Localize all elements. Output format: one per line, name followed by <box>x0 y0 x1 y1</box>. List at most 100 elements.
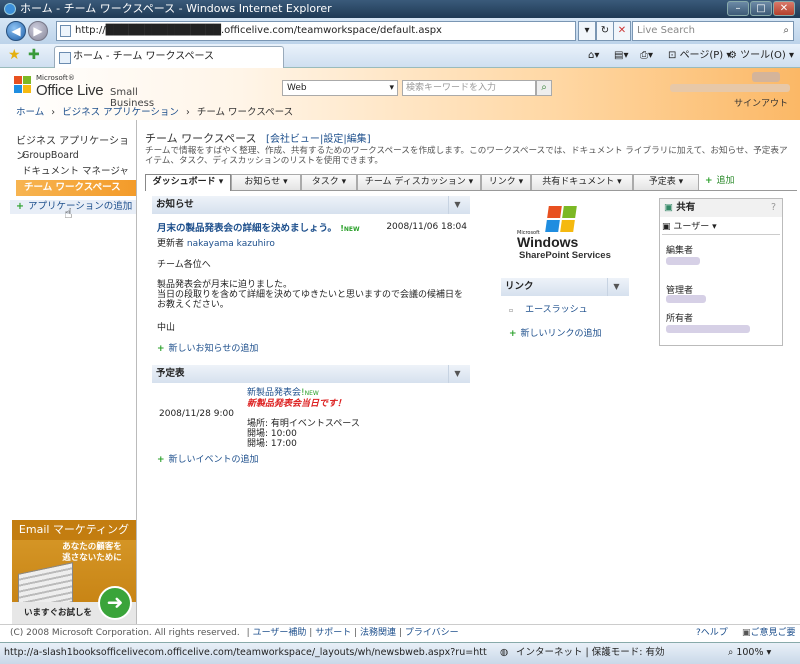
add-favorite-icon[interactable]: ✚ <box>28 47 40 63</box>
home-icon[interactable]: ⌂▾ <box>588 48 599 64</box>
address-toolbar: ◀ ▶ http://███████████████.officelive.co… <box>0 18 800 44</box>
links-menu-icon[interactable]: ▼ <box>607 278 625 296</box>
tab-shared-documents[interactable]: 共有ドキュメント ▾ <box>531 174 633 190</box>
users-dropdown[interactable]: ▣ ユーザー ▾ <box>662 219 780 235</box>
zoom-control[interactable]: ⌕ 100% ▾ <box>728 643 771 663</box>
manager-name-blurred <box>666 295 706 303</box>
account-name-blurred <box>670 84 790 92</box>
leftnav-item-document-manager[interactable]: ドキュメント マネージャ <box>10 164 136 180</box>
announcement-date: 2008/11/06 18:04 <box>386 222 467 232</box>
office-live-logo: Microsoft® Office Live Small Business <box>14 74 169 109</box>
live-search-input[interactable]: Live Search ⌕ <box>632 21 794 41</box>
plus-icon: + <box>157 455 165 465</box>
page-icon <box>60 25 71 37</box>
tab-toolbar: ★ ✚ ホーム - チーム ワークスペース ⌂▾ ▤▾ ⎙▾ ⊡ ページ(P) … <box>0 44 800 68</box>
tab-calendar[interactable]: 予定表 ▾ <box>633 174 699 190</box>
window-titlebar: ホーム - チーム ワークスペース - Windows Internet Exp… <box>0 0 800 18</box>
updated-by-link[interactable]: nakayama kazuhiro <box>187 239 275 249</box>
address-dropdown-icon[interactable]: ▾ <box>578 21 596 41</box>
add-event-link[interactable]: + 新しいイベントの追加 <box>157 452 259 465</box>
hand-cursor-icon: ☝ <box>64 206 73 222</box>
back-button[interactable]: ◀ <box>6 21 26 41</box>
tab-dashboard[interactable]: ダッシュボード ▾ <box>145 174 231 191</box>
favorites-star-icon[interactable]: ★ <box>8 47 21 63</box>
zone-status: インターネット | 保護モード: 有効 <box>516 647 665 658</box>
address-bar[interactable]: http://███████████████.officelive.com/te… <box>56 21 576 41</box>
plus-icon: + <box>157 344 165 354</box>
maximize-button[interactable]: □ <box>750 1 772 16</box>
announcements-menu-icon[interactable]: ▼ <box>448 196 466 214</box>
tab-team-discussion[interactable]: チーム ディスカッション ▾ <box>357 174 481 190</box>
announcements-header: お知らせ ▼ <box>152 196 470 214</box>
tab-tasks[interactable]: タスク ▾ <box>301 174 357 190</box>
tools-menu[interactable]: ⚙ ツール(O) ▾ <box>728 48 794 64</box>
stop-icon[interactable]: ✕ <box>613 21 631 41</box>
calendar-event: 新製品発表会!NEW 新製品発表会当日です！ 場所: 有明イベントスペース 開場… <box>247 388 360 449</box>
breadcrumb-home[interactable]: ホーム <box>16 107 44 118</box>
main-content: チーム ワークスペース [会社ビュー|設定|編集] チームで情報をすばやく整理、… <box>136 120 800 626</box>
share-panel: ▣ 共有 ? ▣ ユーザー ▾ 編集者 管理者 所有者 <box>659 198 783 346</box>
share-icon: ▣ <box>664 202 673 213</box>
breadcrumb: ホーム › ビジネス アプリケーション › チーム ワークスペース <box>16 107 294 118</box>
refresh-icon[interactable]: ↻ <box>596 21 614 41</box>
site-search-icon[interactable]: ⌕ <box>536 80 552 96</box>
link-item[interactable]: ▫ エースラッシュ <box>509 302 588 315</box>
office-logo-icon <box>14 76 32 94</box>
arrow-right-icon[interactable]: ➜ <box>98 586 132 620</box>
leftnav-item-groupboard[interactable]: GroupBoard <box>10 148 136 164</box>
tab-announcements[interactable]: お知らせ ▾ <box>231 174 301 190</box>
globe-icon: ◍ <box>500 647 509 658</box>
add-application-link[interactable]: + アプリケーションの追加 <box>10 200 136 214</box>
announcement-title-link[interactable]: 月末の製品発表会の詳細を決めましょう。 <box>157 223 337 234</box>
plus-icon: + <box>16 201 24 212</box>
users-icon: ▣ <box>662 222 671 232</box>
event-title-link[interactable]: 新製品発表会 <box>247 388 301 398</box>
add-announcement-link[interactable]: + 新しいお知らせの追加 <box>157 341 258 354</box>
footer-accessibility-link[interactable]: ユーザー補助 <box>253 628 307 638</box>
minimize-button[interactable]: – <box>727 1 749 16</box>
forward-button[interactable]: ▶ <box>28 21 48 41</box>
site-search-input[interactable]: 検索キーワードを入力 <box>402 80 536 96</box>
feeds-icon[interactable]: ▤▾ <box>614 48 628 64</box>
footer-support-link[interactable]: サポート <box>315 628 351 638</box>
sharepoint-logo: Microsoft Windows SharePoint Services <box>517 206 627 266</box>
page-description: チームで情報をすばやく整理、作成、共有するためのワークスペースを作成します。この… <box>145 146 788 166</box>
leftnav-item-team-workspace[interactable]: チーム ワークスペース <box>16 180 136 196</box>
calendar-header: 予定表 ▼ <box>152 365 470 383</box>
footer-legal-link[interactable]: 法務関連 <box>360 628 396 638</box>
edit-link[interactable]: 編集 <box>347 134 367 145</box>
browser-tab[interactable]: ホーム - チーム ワークスペース <box>54 46 284 68</box>
announcement-item: 月末の製品発表会の詳細を決めましょう。 !NEW 2008/11/06 18:0… <box>157 222 467 333</box>
footer-privacy-link[interactable]: プライバシー <box>405 628 459 638</box>
add-link-link[interactable]: + 新しいリンクの追加 <box>509 326 602 339</box>
footer-help-link[interactable]: ?ヘルプ <box>696 625 728 642</box>
breadcrumb-current: チーム ワークスペース <box>196 107 294 118</box>
owner-name-blurred <box>666 325 750 333</box>
breadcrumb-business-apps[interactable]: ビジネス アプリケーション <box>62 107 179 118</box>
close-window-button[interactable]: ✕ <box>773 1 795 16</box>
page-title: チーム ワークスペース [会社ビュー|設定|編集] <box>145 132 371 145</box>
windows-flag-icon <box>545 206 579 232</box>
email-marketing-ad[interactable]: Email マーケティング あなたの顧客を 逃さないために いますぐお試しを ➜ <box>12 520 136 624</box>
help-icon[interactable]: ? <box>771 199 776 217</box>
page-menu[interactable]: ⊡ ページ(P) ▾ <box>668 48 731 64</box>
site-header: Microsoft® Office Live Small Business We… <box>0 68 800 120</box>
ie-icon <box>4 3 16 15</box>
workspace-tabs: ダッシュボード ▾ お知らせ ▾ タスク ▾ チーム ディスカッション ▾ リン… <box>145 174 797 191</box>
links-header: リンク ▼ <box>501 278 629 296</box>
signout-link[interactable]: サインアウト <box>734 96 788 109</box>
print-icon[interactable]: ⎙▾ <box>640 48 653 64</box>
search-scope-select[interactable]: Web <box>282 80 398 96</box>
calendar-menu-icon[interactable]: ▼ <box>448 365 466 383</box>
settings-link[interactable]: 設定 <box>323 134 343 145</box>
leftnav-heading: ビジネス アプリケーション <box>16 136 129 162</box>
company-view-link[interactable]: 会社ビュー <box>270 134 320 145</box>
feedback-icon: ▣ <box>742 628 751 638</box>
window-title: ホーム - チーム ワークスペース - Windows Internet Exp… <box>20 2 332 15</box>
user-name-blurred <box>752 72 780 82</box>
tab-add[interactable]: + 追加 <box>705 174 755 190</box>
address-text: http://███████████████.officelive.com/te… <box>75 25 442 36</box>
search-icon[interactable]: ⌕ <box>783 22 789 40</box>
event-date: 2008/11/28 9:00 <box>159 409 234 419</box>
tab-links[interactable]: リンク ▾ <box>481 174 531 190</box>
